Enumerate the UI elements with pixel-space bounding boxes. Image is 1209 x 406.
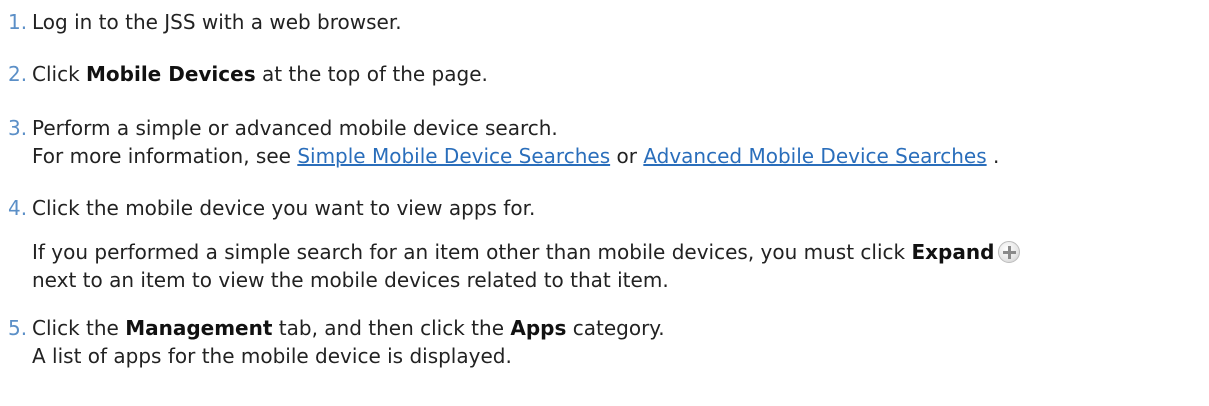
ui-term-management: Management <box>125 316 273 340</box>
step-text-prefix: Click the <box>32 316 126 340</box>
step-number: 2. <box>8 62 28 86</box>
ui-term-apps: Apps <box>510 316 567 340</box>
step-text-prefix: Click <box>32 62 87 86</box>
simple-search-link[interactable]: Simple Mobile Device Searches <box>297 144 610 168</box>
more-info-prefix: For more information, see <box>32 144 298 168</box>
step-text-suffix: at the top of the page. <box>255 62 488 86</box>
more-info-or: or <box>610 144 644 168</box>
step-note: If you performed a simple search for an … <box>32 240 1021 264</box>
note-text: If you performed a simple search for an … <box>32 240 912 264</box>
step-text: Click the mobile device you want to view… <box>32 196 536 220</box>
step-text: Click the Management tab, and then click… <box>32 316 665 340</box>
advanced-search-link[interactable]: Advanced Mobile Device Searches <box>643 144 986 168</box>
step-more-info: For more information, see Simple Mobile … <box>32 144 999 168</box>
step-text-mid: tab, and then click the <box>272 316 511 340</box>
more-info-suffix: . <box>986 144 1000 168</box>
step-number: 1. <box>8 10 28 34</box>
step-number: 5. <box>8 316 28 340</box>
step-text: Click Mobile Devices at the top of the p… <box>32 62 488 86</box>
step-note-line2: next to an item to view the mobile devic… <box>32 268 669 292</box>
step-number: 4. <box>8 196 28 220</box>
step-result: A list of apps for the mobile device is … <box>32 344 512 368</box>
ui-term-expand: Expand <box>911 240 995 264</box>
step-text: Log in to the JSS with a web browser. <box>32 10 402 34</box>
plus-circle-icon <box>998 241 1021 263</box>
step-number: 3. <box>8 116 28 140</box>
step-text: Perform a simple or advanced mobile devi… <box>32 116 558 140</box>
ui-term-mobile-devices: Mobile Devices <box>86 62 256 86</box>
step-text-suffix: category. <box>566 316 665 340</box>
